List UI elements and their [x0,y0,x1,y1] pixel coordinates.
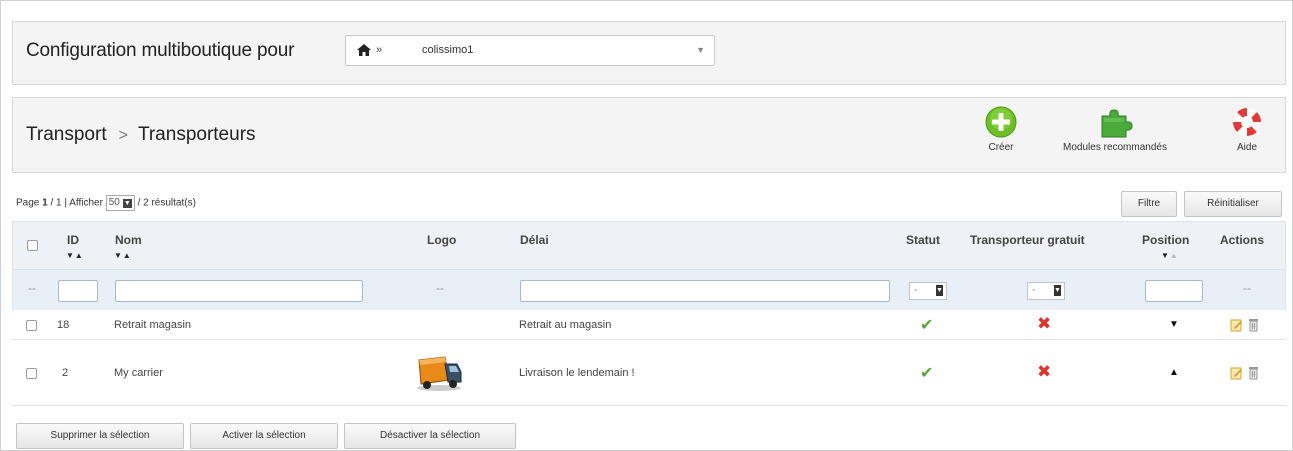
shop-selector-separator: » [376,44,383,56]
column-header-actions: Actions [1220,233,1265,247]
filter-status-select[interactable]: - ▼ [909,282,947,300]
recommended-modules-label: Modules recommandés [1063,142,1167,153]
delete-icon[interactable] [1248,366,1259,380]
cross-icon[interactable]: ✖ [1037,314,1051,334]
add-icon [985,106,1017,138]
select-all-checkbox[interactable] [27,240,38,251]
bulk-disable-button[interactable]: Désactiver la sélection [344,423,516,449]
filter-logo-placeholder: -- [436,281,444,295]
row-id: 2 [62,367,69,379]
column-header-position: Position [1142,233,1190,247]
column-header-id: ID [67,233,79,247]
breadcrumb: Transport > Transporteurs [26,124,256,146]
column-header-delay: Délai [520,233,549,247]
per-page-select[interactable]: 50 ▼ [105,195,135,211]
cross-icon[interactable]: ✖ [1037,362,1051,382]
sort-arrows-name[interactable]: ▼▲ [114,251,132,260]
filter-name-input[interactable] [115,280,363,302]
sort-arrows-id[interactable]: ▼▲ [66,251,84,260]
filter-delay-input[interactable] [520,280,890,302]
check-icon[interactable]: ✔ [920,315,933,335]
column-header-free-shipping: Transporteur gratuit [970,233,1085,247]
table-header-row: ID ▼▲ Nom ▼▲ Logo Délai Statut Transport… [12,221,1286,270]
current-page: 1 [42,197,48,209]
chevron-down-icon: ▼ [122,199,132,208]
check-icon[interactable]: ✔ [920,363,933,383]
filter-id-input[interactable] [58,280,98,302]
move-down-icon[interactable]: ▼ [1169,319,1179,330]
create-label: Créer [988,142,1014,153]
column-header-logo: Logo [427,233,457,247]
row-name: Retrait magasin [114,319,192,331]
edit-icon[interactable] [1230,318,1243,332]
result-count: / 2 résultat(s) [137,197,196,209]
pagination-info: Page 1 / 1 | Afficher 50 ▼ / 2 résultat(s… [16,195,196,211]
reset-button[interactable]: Réinitialiser [1184,191,1282,217]
page-prefix: Page [16,197,40,209]
sort-arrows-position[interactable]: ▼▲ [1161,251,1179,260]
filter-actions-placeholder: -- [1243,281,1251,295]
move-up-icon[interactable]: ▲ [1169,367,1179,378]
carrier-logo [417,356,462,391]
create-button[interactable]: Créer [981,106,1021,153]
chevron-down-icon: ▼ [696,45,705,55]
filter-position-input[interactable] [1145,280,1203,302]
home-icon [357,44,371,56]
multistore-panel: Configuration multiboutique pour » colis… [12,21,1286,85]
filter-free-select[interactable]: - ▼ [1027,282,1065,300]
shop-selector-value: colissimo1 [422,44,474,56]
row-name: My carrier [114,367,163,379]
help-label: Aide [1236,142,1257,153]
chevron-down-icon: ▼ [936,285,943,296]
bulk-delete-button[interactable]: Supprimer la sélection [16,423,184,449]
row-checkbox[interactable] [26,368,37,379]
column-header-name: Nom [115,233,142,247]
help-button[interactable]: Aide [1227,106,1267,153]
breadcrumb-separator: > [118,127,128,144]
column-header-status: Statut [906,233,940,247]
edit-icon[interactable] [1230,366,1243,380]
filter-status-value: - [914,285,918,296]
recommended-modules-button[interactable]: Modules recommandés [1049,106,1181,153]
admin-page: Configuration multiboutique pour » colis… [0,0,1293,451]
table-filter-row: -- -- - ▼ - ▼ -- [12,270,1286,310]
delete-icon[interactable] [1248,318,1259,332]
row-checkbox[interactable] [26,320,37,331]
bulk-enable-button[interactable]: Activer la sélection [190,423,338,449]
row-delay: Retrait au magasin [519,319,612,331]
puzzle-icon [1101,109,1133,138]
filter-button[interactable]: Filtre [1121,191,1177,217]
page-header: Transport > Transporteurs Créer Modules re… [12,97,1286,173]
table-row[interactable]: 18 Retrait magasin Retrait au magasin ✔ … [12,310,1286,340]
table-row[interactable]: 2 My carrier Livraison le lendemain ! ✔ … [12,341,1286,406]
filter-checkbox-placeholder: -- [28,281,36,295]
shop-selector[interactable]: » colissimo1 ▼ [345,35,715,66]
row-id: 18 [57,319,70,331]
page-total: / 1 | Afficher [50,197,103,209]
chevron-down-icon: ▼ [1054,285,1061,296]
per-page-value: 50 [108,197,120,208]
breadcrumb-parent[interactable]: Transport [26,124,107,145]
row-delay: Livraison le lendemain ! [519,367,635,379]
page-title: Transporteurs [137,124,256,145]
multistore-label: Configuration multiboutique pour [26,40,295,61]
lifebuoy-icon [1232,107,1262,137]
filter-free-value: - [1032,285,1036,296]
